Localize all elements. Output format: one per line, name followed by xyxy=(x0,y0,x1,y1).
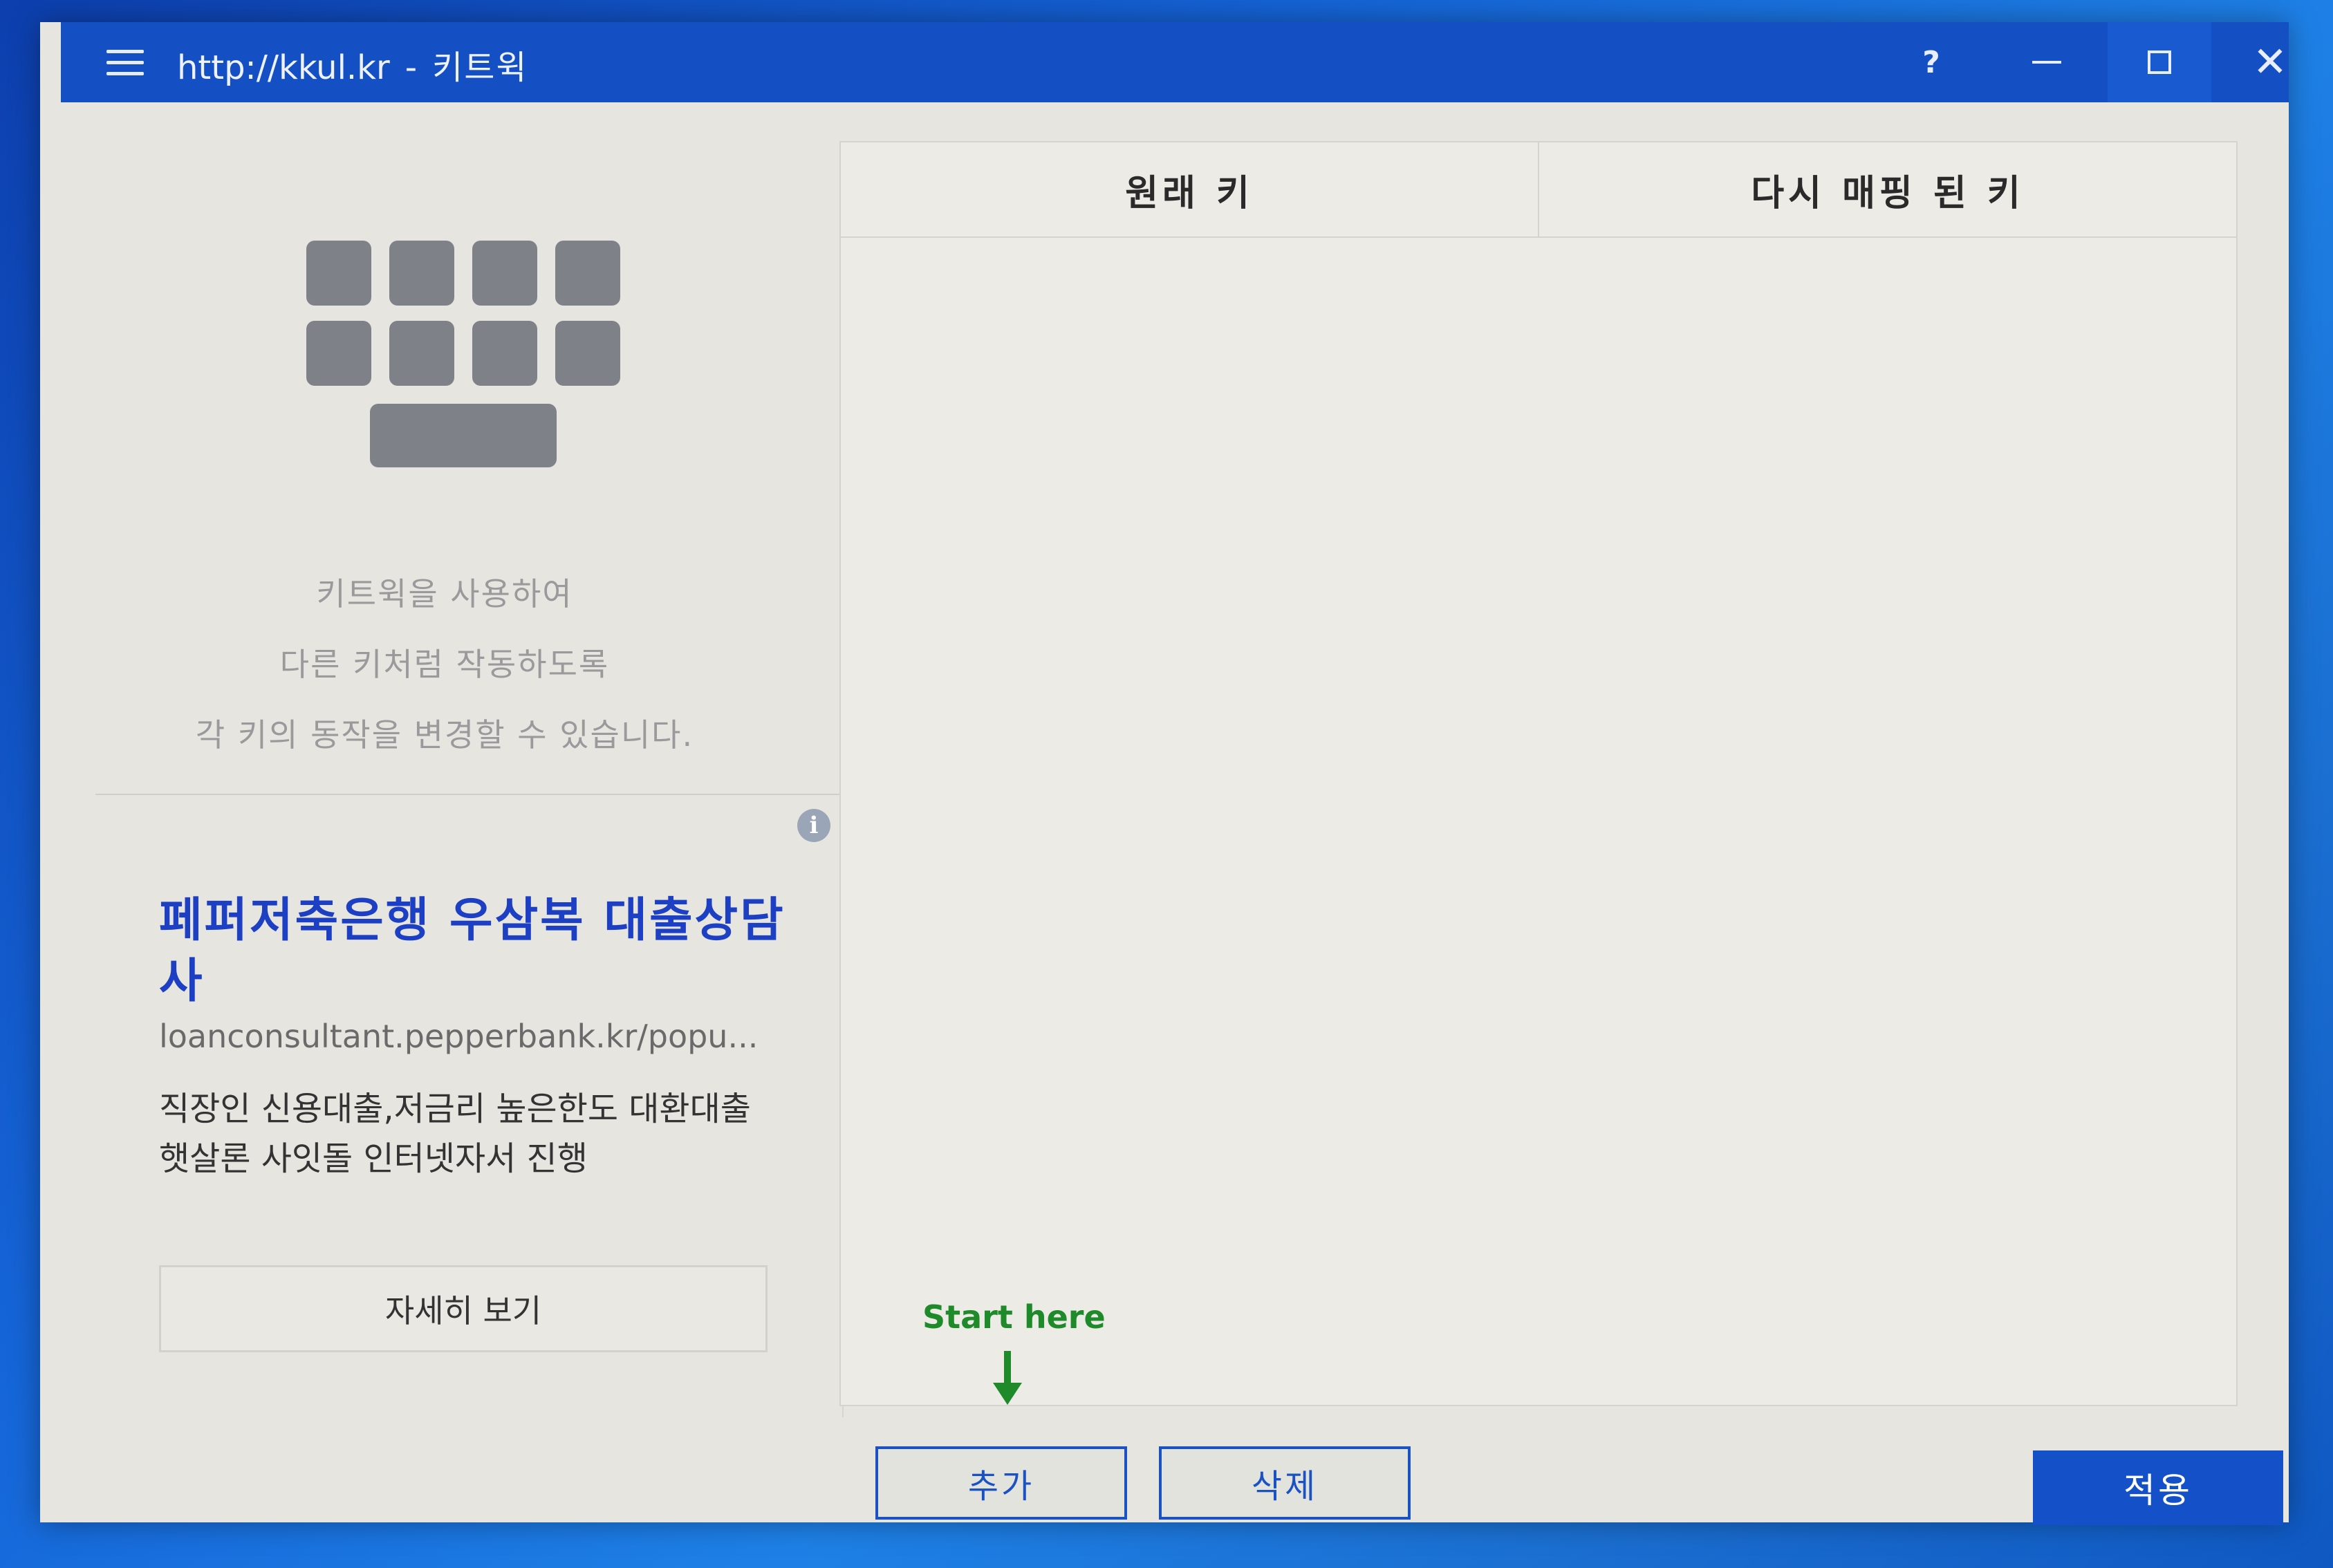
add-button[interactable]: 추가 xyxy=(875,1446,1127,1520)
app-window: http://kkul.kr - 키트윅 ? ✕ 키트윅을 사용하여 다른 키처럼 … xyxy=(40,22,2289,1525)
left-pane: 키트윅을 사용하여 다른 키처럼 작동하도록 각 키의 동작을 변경할 수 있습… xyxy=(61,102,844,1417)
key-mapping-table: 원래 키 다시 매핑 된 키 xyxy=(839,141,2238,1406)
intro-text: 키트윅을 사용하여 다른 키처럼 작동하도록 각 키의 동작을 변경할 수 있습… xyxy=(61,559,828,770)
ad-details-button[interactable]: 자세히 보기 xyxy=(159,1265,768,1352)
window-title: http://kkul.kr - 키트윅 xyxy=(177,40,528,88)
table-header: 원래 키 다시 매핑 된 키 xyxy=(841,142,2236,238)
title-app-name: 키트윅 xyxy=(432,48,528,87)
apply-button[interactable]: 적용 xyxy=(2033,1450,2283,1525)
start-here-hint: Start here xyxy=(922,1298,1106,1336)
intro-line: 각 키의 동작을 변경할 수 있습니다. xyxy=(195,716,694,754)
delete-button[interactable]: 삭제 xyxy=(1159,1446,1411,1520)
ad-title-link[interactable]: 페퍼저축은행 우삼복 대출상담사 xyxy=(159,890,823,1012)
ad-url[interactable]: loanconsultant.pepperbank.kr/popu... xyxy=(159,1018,758,1055)
ad-card: i 페퍼저축은행 우삼복 대출상담사 loanconsultant.pepper… xyxy=(95,794,844,1417)
title-bar: http://kkul.kr - 키트윅 ? ✕ xyxy=(61,22,2289,102)
ad-description: 직장인 신용대출,저금리 높은한도 대환대출 햇살론 사잇돌 인터넷자서 진행 xyxy=(159,1090,751,1178)
title-separator: - xyxy=(405,48,418,87)
intro-line: 다른 키처럼 작동하도록 xyxy=(279,646,610,683)
minimize-icon[interactable] xyxy=(1995,22,2099,102)
help-icon[interactable]: ? xyxy=(1879,22,1983,102)
info-icon[interactable]: i xyxy=(797,809,830,842)
close-icon[interactable]: ✕ xyxy=(2218,22,2322,102)
keyboard-icon xyxy=(306,241,624,469)
hamburger-menu-icon[interactable] xyxy=(106,47,144,77)
column-header-remapped-key[interactable]: 다시 매핑 된 키 xyxy=(1538,142,2236,236)
intro-line: 키트윅을 사용하여 xyxy=(316,575,573,613)
column-header-original-key[interactable]: 원래 키 xyxy=(841,142,1538,236)
title-url: http://kkul.kr xyxy=(177,48,390,87)
down-arrow-icon xyxy=(993,1351,1022,1405)
maximize-icon[interactable] xyxy=(2108,22,2211,102)
